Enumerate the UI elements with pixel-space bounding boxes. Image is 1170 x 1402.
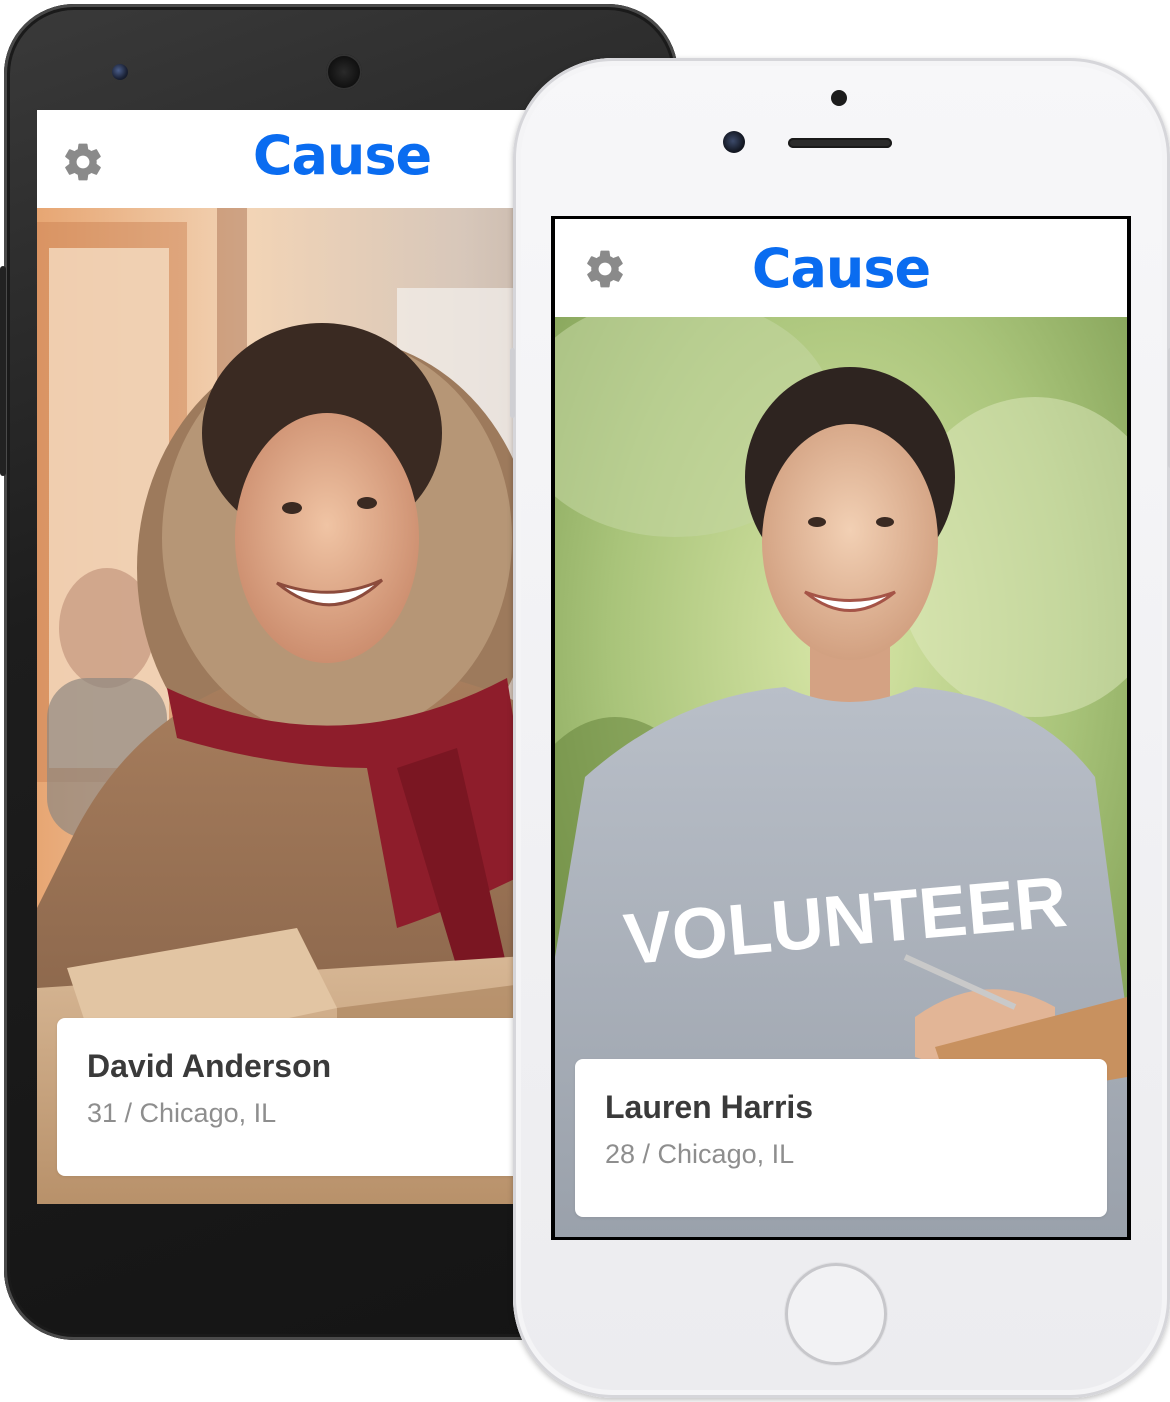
app-header: Cause bbox=[555, 219, 1127, 317]
volume-button bbox=[510, 348, 515, 418]
app-logo: Cause bbox=[751, 237, 931, 300]
earpiece-speaker bbox=[326, 54, 362, 90]
front-camera bbox=[112, 64, 128, 80]
power-button bbox=[0, 266, 6, 476]
home-button[interactable] bbox=[785, 1263, 887, 1365]
iphone: Cause VOLUNTEER Lauren Harris 28 / Chica… bbox=[510, 58, 1170, 1398]
profile-details: 31 / Chicago, IL bbox=[87, 1098, 277, 1128]
iphone-screen: Cause VOLUNTEER Lauren Harris 28 / Chica… bbox=[551, 216, 1131, 1240]
device-mockups: Cause David Anderson 31 / Chicago, IL Ca… bbox=[0, 0, 1170, 1402]
front-camera bbox=[723, 131, 745, 153]
profile-name: David Anderson bbox=[87, 1048, 332, 1084]
profile-details: 28 / Chicago, IL bbox=[605, 1139, 795, 1169]
proximity-sensor bbox=[831, 90, 847, 106]
profile-card[interactable]: Lauren Harris 28 / Chicago, IL bbox=[575, 1059, 1107, 1217]
profile-name: Lauren Harris bbox=[605, 1089, 814, 1125]
earpiece-speaker bbox=[788, 138, 892, 148]
